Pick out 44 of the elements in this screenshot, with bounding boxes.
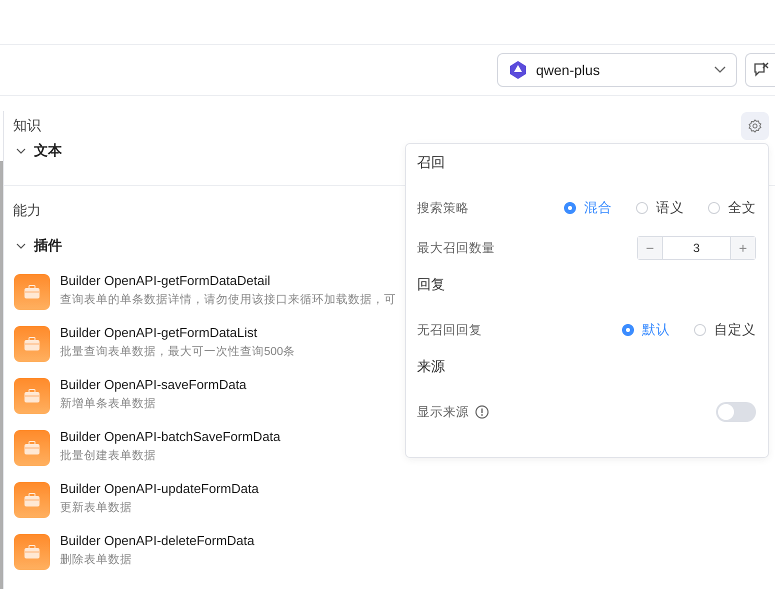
chevron-icon[interactable] [16, 241, 26, 251]
chevron-icon[interactable] [16, 146, 26, 156]
chat-clear-icon [752, 62, 768, 78]
plugin-name: Builder OpenAPI-getFormDataDetail [60, 272, 272, 289]
toolbox-icon [14, 378, 50, 414]
group-title[interactable]: 文本 [34, 142, 62, 160]
plugin-name: Builder OpenAPI-batchSaveFormData [60, 428, 280, 445]
radio-option[interactable]: 自定义 [694, 321, 756, 339]
toggle-switch[interactable] [716, 402, 756, 422]
caret-icon [714, 66, 726, 74]
section-title: 知识 [13, 117, 41, 135]
plugin-description: 批量创建表单数据 [60, 448, 157, 464]
section-title: 能力 [13, 202, 41, 220]
toolbox-icon [14, 482, 50, 518]
plugin-name: Builder OpenAPI-saveFormData [60, 376, 246, 393]
field-label: 显示来源 [417, 404, 469, 420]
toolbox-icon [14, 326, 50, 362]
field-label: 搜索策略 [417, 200, 469, 216]
model-select[interactable]: qwen-plus [497, 53, 737, 87]
field-label: 最大召回数量 [417, 240, 495, 256]
popover-section-title: 回复 [417, 275, 446, 294]
radio-option[interactable]: 语义 [636, 199, 684, 217]
plugin-description: 删除表单数据 [60, 552, 133, 568]
radio-option[interactable]: 全文 [708, 199, 756, 217]
plugin-description: 更新表单数据 [60, 500, 133, 516]
number-stepper[interactable]: − 3 + [637, 236, 756, 260]
toolbox-icon [14, 274, 50, 310]
toolbox-icon [14, 430, 50, 466]
chat-clear-button[interactable] [745, 53, 775, 87]
plugin-name: Builder OpenAPI-getFormDataList [60, 324, 258, 341]
info-icon[interactable] [475, 405, 489, 419]
popover-section-title: 来源 [417, 357, 446, 376]
popover-section-title: 召回 [417, 153, 446, 172]
plugin-name: Builder OpenAPI-deleteFormData [60, 532, 254, 549]
gear-icon [748, 119, 762, 133]
group-title[interactable]: 插件 [34, 237, 62, 255]
field-label: 无召回回复 [417, 322, 482, 338]
plugin-description: 新增单条表单数据 [60, 396, 157, 412]
model-logo-icon [508, 60, 528, 80]
plugin-name: Builder OpenAPI-updateFormData [60, 480, 259, 497]
settings-button[interactable] [741, 112, 769, 140]
plugin-description: 查询表单的单条数据详情，请勿使用该接口来循环加载数据，可 [60, 292, 396, 308]
toolbox-icon [14, 534, 50, 570]
plugin-description: 批量查询表单数据，最大可一次性查询500条 [60, 344, 296, 360]
